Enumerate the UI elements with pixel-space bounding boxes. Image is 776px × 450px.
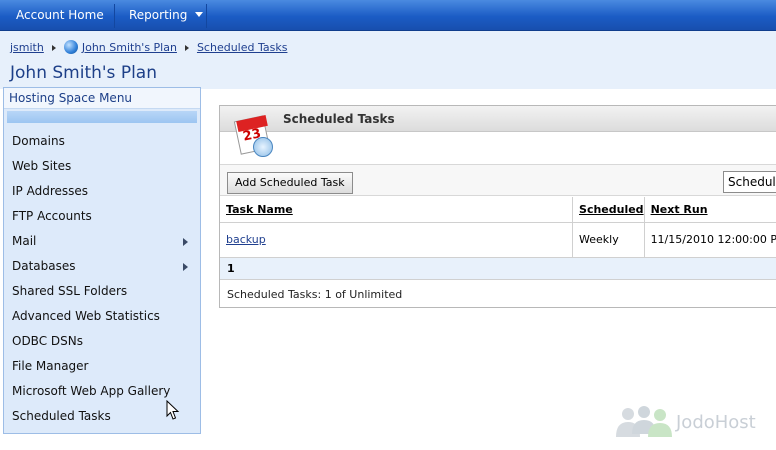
column-header-task-name[interactable]: Task Name xyxy=(220,197,574,223)
sidebar-item-label: Shared SSL Folders xyxy=(12,284,128,298)
pager-page-1[interactable]: 1 xyxy=(227,262,235,275)
page-title: John Smith's Plan xyxy=(10,63,157,83)
sidebar-item-databases[interactable]: Databases xyxy=(4,254,200,279)
panel-toolbar: Add Scheduled Task Schedul xyxy=(220,164,776,196)
panel-title: Scheduled Tasks xyxy=(283,112,395,126)
task-link[interactable]: backup xyxy=(226,233,266,246)
sidebar-item-label: IP Addresses xyxy=(12,184,89,198)
scheduled-cell: Weekly xyxy=(572,222,645,258)
add-scheduled-task-button[interactable]: Add Scheduled Task xyxy=(227,172,353,194)
next-run-cell: 11/15/2010 12:00:00 P xyxy=(644,222,776,258)
reporting-label: Reporting xyxy=(129,8,188,22)
breadcrumb-arrow-icon xyxy=(184,45,189,51)
breadcrumb-arrow-icon xyxy=(51,45,56,51)
sidebar-item-label: Databases xyxy=(12,259,76,273)
nav-divider xyxy=(206,4,207,28)
table-header-row: Task Name Scheduled Next Run xyxy=(220,197,776,223)
scheduled-tasks-panel: Scheduled Tasks 23 Add Scheduled Task Sc… xyxy=(219,105,776,308)
sidebar-item-label: FTP Accounts xyxy=(12,209,92,223)
sidebar-item-ftp-accounts[interactable]: FTP Accounts xyxy=(4,204,200,229)
people-icon xyxy=(616,406,672,437)
hosting-space-menu: Hosting Space Menu Domains Web Sites IP … xyxy=(3,87,201,434)
chevron-right-icon xyxy=(183,263,188,271)
sidebar-item-label: Advanced Web Statistics xyxy=(12,309,160,323)
tasks-table: Task Name Scheduled Next Run backup Week… xyxy=(220,197,776,258)
sidebar-item-advanced-web-statistics[interactable]: Advanced Web Statistics xyxy=(4,304,200,329)
sidebar-item-label: Mail xyxy=(12,234,37,248)
sidebar-item-file-manager[interactable]: File Manager xyxy=(4,354,200,379)
top-nav: Account Home Reporting xyxy=(0,0,776,31)
reporting-menu[interactable]: Reporting xyxy=(115,0,217,31)
sidebar-header: Hosting Space Menu xyxy=(4,88,200,109)
sidebar-item-label: Scheduled Tasks xyxy=(12,409,111,423)
breadcrumb: jsmith John Smith's Plan Scheduled Tasks xyxy=(10,40,287,54)
sidebar-item-mail[interactable]: Mail xyxy=(4,229,200,254)
panel-title-bar: Scheduled Tasks xyxy=(220,106,776,132)
chevron-right-icon xyxy=(183,238,188,246)
globe-icon xyxy=(63,40,78,54)
sidebar-item-label: Microsoft Web App Gallery xyxy=(12,384,171,398)
sidebar-header-bar xyxy=(7,111,197,123)
sidebar-item-label: ODBC DSNs xyxy=(12,334,83,348)
table-row: backup Weekly 11/15/2010 12:00:00 P xyxy=(220,222,776,258)
account-home-link[interactable]: Account Home xyxy=(2,0,118,31)
jodohost-logo: JodoHost xyxy=(614,404,764,438)
sidebar-item-label: Domains xyxy=(12,134,65,148)
chevron-down-icon xyxy=(195,12,204,17)
pager: 1 xyxy=(220,258,776,280)
calendar-clock-icon: 23 xyxy=(233,114,273,158)
sidebar-item-label: Web Sites xyxy=(12,159,72,173)
breadcrumb-plan-link[interactable]: John Smith's Plan xyxy=(82,41,177,54)
tasks-count-footer: Scheduled Tasks: 1 of Unlimited xyxy=(227,288,403,301)
watermark-text: JodoHost xyxy=(676,412,756,433)
search-field-select[interactable]: Schedul xyxy=(723,171,776,193)
task-name-cell: backup xyxy=(220,222,574,258)
mouse-cursor-icon xyxy=(166,400,180,420)
column-header-scheduled[interactable]: Scheduled xyxy=(572,197,645,223)
sidebar-item-domains[interactable]: Domains xyxy=(4,129,200,154)
sidebar-item-shared-ssl-folders[interactable]: Shared SSL Folders xyxy=(4,279,200,304)
sidebar-item-web-sites[interactable]: Web Sites xyxy=(4,154,200,179)
sidebar-item-label: File Manager xyxy=(12,359,89,373)
breadcrumb-user-link[interactable]: jsmith xyxy=(10,41,44,54)
sidebar-item-odbc-dsns[interactable]: ODBC DSNs xyxy=(4,329,200,354)
column-header-next-run[interactable]: Next Run xyxy=(644,197,776,223)
sidebar-item-ip-addresses[interactable]: IP Addresses xyxy=(4,179,200,204)
breadcrumb-page-link[interactable]: Scheduled Tasks xyxy=(197,41,288,54)
